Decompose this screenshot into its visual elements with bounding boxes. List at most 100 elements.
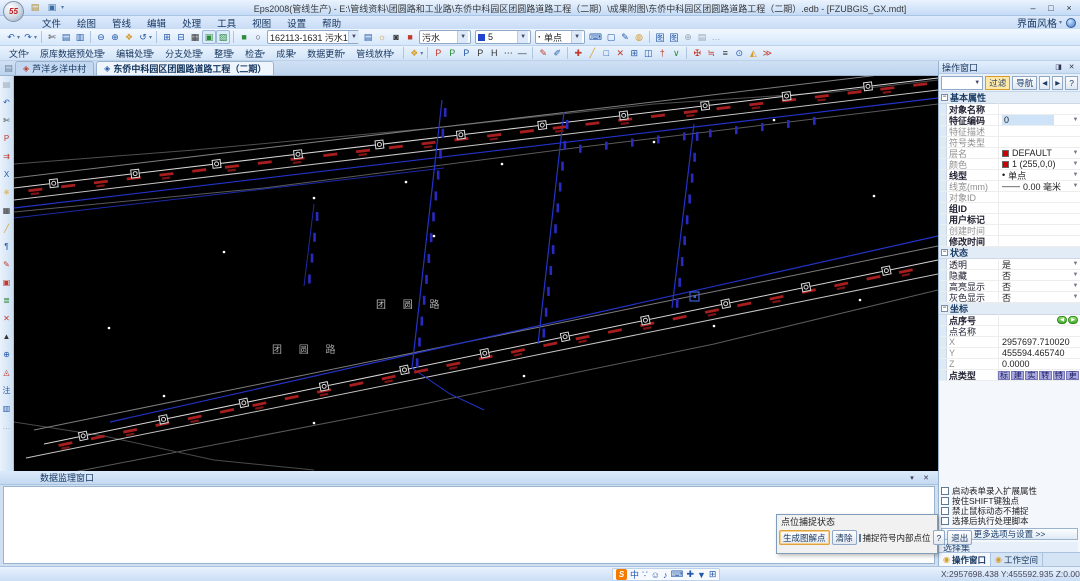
color-chip-icon[interactable]: ■	[403, 30, 417, 44]
emoji-icon[interactable]: ☺	[651, 570, 660, 580]
menu-process[interactable]: 处理	[174, 16, 209, 30]
doc-tab-dongqiao[interactable]: ◈ 东侨中科园区团圆路道路工程（二期）	[96, 61, 275, 75]
map1-icon[interactable]: 图	[653, 30, 667, 44]
tb2-menu-stakeout[interactable]: 管线放样 ▾	[351, 47, 400, 60]
cell-icon[interactable]: ■	[237, 30, 251, 44]
input-method-bar[interactable]: S 中 ∵ ☺ ♪ ⌨ ✚ ▼ ⊞	[612, 568, 721, 581]
map-canvas[interactable]: 团 圆 路 团 圆 路	[14, 76, 938, 471]
edit-red-icon[interactable]: ✎	[536, 46, 550, 60]
collapse-icon[interactable]: −	[941, 249, 948, 256]
pencil-icon[interactable]: ✎	[618, 30, 632, 44]
punctuation-icon[interactable]: ∵	[642, 569, 648, 580]
sogou-input-icon[interactable]: S	[616, 569, 627, 580]
doc-tab-luyang[interactable]: ◈ 芦洋乡洋中村	[15, 61, 95, 75]
left-tool-cut-icon[interactable]: ✄	[0, 114, 13, 127]
prop-value[interactable]: 1 (255,0,0)	[1009, 159, 1071, 169]
checkbox[interactable]	[941, 497, 949, 505]
close-button[interactable]: ×	[1060, 1, 1078, 14]
linewidth-combo[interactable]: 5 ▼	[475, 30, 532, 44]
hand-dropdown-icon[interactable]: ▾	[420, 50, 423, 57]
generate-diagram-point-button[interactable]: 生成图解点	[779, 530, 830, 545]
open-icon[interactable]: ▤	[28, 1, 42, 14]
left-tool-undo-icon[interactable]: ↶	[0, 96, 13, 109]
tab-workspace[interactable]: ◉ 工作空间	[991, 553, 1043, 566]
soft-keyboard-icon[interactable]: ⌨	[670, 569, 683, 580]
interface-style-control[interactable]: 界面风格 ▾	[1017, 16, 1076, 30]
clear-button[interactable]: 清除	[831, 530, 857, 545]
dots-icon[interactable]: ⋯	[501, 46, 515, 60]
prop-value[interactable]: 455594.465740	[999, 348, 1080, 358]
chinese-mode-icon[interactable]: 中	[630, 568, 639, 581]
list-icon[interactable]: ≡	[718, 46, 732, 60]
fastforward-icon[interactable]: ≫	[760, 46, 774, 60]
left-tool-grid-icon[interactable]: ▦	[0, 204, 13, 217]
image-view-2-icon[interactable]: ▨	[216, 30, 231, 44]
layer-combo[interactable]: 污水 ▼	[419, 30, 472, 44]
delete-icon[interactable]: ✕	[613, 46, 627, 60]
chevron-down-icon[interactable]: ▾	[1059, 19, 1062, 26]
object-filter-combo[interactable]: ▼	[941, 75, 984, 90]
tb2-menu-tidy[interactable]: 整理 ▾	[209, 47, 240, 60]
chevron-down-icon[interactable]: ▼	[1071, 283, 1080, 289]
left-tool-pencil-icon[interactable]: ✎	[0, 258, 13, 271]
paste-icon[interactable]: ▥	[73, 30, 87, 44]
animation-icon[interactable]: ▦	[188, 30, 202, 44]
toolbox-icon[interactable]: ✚	[686, 569, 694, 580]
chevron-down-icon[interactable]: ▼	[1071, 294, 1080, 300]
menu-draw[interactable]: 绘图	[69, 16, 104, 30]
chevron-down-icon[interactable]: ▼	[1071, 183, 1080, 189]
chevron-down-icon[interactable]: ▼	[571, 31, 583, 43]
compare-icon[interactable]: ≒	[704, 46, 718, 60]
filter-button[interactable]: 过滤	[985, 75, 1011, 90]
hand-tool-icon[interactable]: ❖	[407, 46, 421, 60]
menu-pipeline[interactable]: 管线	[104, 16, 139, 30]
prop-value[interactable]: 否	[999, 291, 1071, 304]
point-black-icon[interactable]: P	[473, 46, 487, 60]
line-icon[interactable]: —	[515, 46, 529, 60]
app-logo-button[interactable]: 55	[3, 1, 24, 22]
point-type-button[interactable]: 更	[1066, 370, 1080, 380]
exit-button[interactable]: 退出	[947, 530, 973, 545]
redo-icon[interactable]: ↷	[21, 30, 35, 44]
add-point-icon[interactable]: ✚	[571, 46, 585, 60]
slash-icon[interactable]: ╱	[585, 46, 599, 60]
point-type-button[interactable]: 建	[1011, 370, 1025, 380]
left-tool-lines-icon[interactable]: ≣	[0, 294, 13, 307]
stake-icon[interactable]: ✠	[690, 46, 704, 60]
chevron-down-icon[interactable]: ▼	[1071, 272, 1080, 278]
merge-icon[interactable]: ◫	[641, 46, 655, 60]
prop-value[interactable]: 0	[1002, 115, 1054, 125]
triangle-icon[interactable]: ◭	[746, 46, 760, 60]
mic-icon[interactable]: ♪	[663, 570, 668, 580]
collapse-icon[interactable]: −	[941, 305, 948, 312]
chevron-down-icon[interactable]: ▼	[1071, 150, 1080, 156]
tb2-menu-editprocess[interactable]: 编辑处理 ▾	[111, 47, 160, 60]
left-tool-x-icon[interactable]: X	[0, 168, 13, 181]
menu-tools[interactable]: 工具	[209, 16, 244, 30]
circle-icon[interactable]: ○	[251, 30, 265, 44]
chevron-down-icon[interactable]: ▼	[1071, 172, 1080, 178]
chevron-down-icon[interactable]: ▼	[1071, 117, 1080, 123]
operation-panel-header[interactable]: 操作窗口 ◨ ✕	[939, 61, 1080, 74]
prop-value[interactable]: DEFAULT	[1009, 148, 1071, 158]
chevron-down-icon[interactable]: ▼	[1071, 161, 1080, 167]
panel-collapse-icon[interactable]: ▾	[906, 472, 918, 483]
point-type-button[interactable]: 转	[1038, 370, 1052, 380]
left-tool-more-icon[interactable]: …	[0, 420, 13, 433]
minimize-button[interactable]: –	[1024, 1, 1042, 14]
tab-operation-window[interactable]: ◉ 操作窗口	[939, 553, 991, 566]
maximize-button[interactable]: □	[1042, 1, 1060, 14]
window-grid-icon[interactable]: ⊟	[174, 30, 188, 44]
data-monitor-header[interactable]: 数据监理窗口 ▾ ✕	[0, 471, 938, 485]
chevron-down-icon[interactable]: ▼	[347, 31, 359, 43]
skin-icon[interactable]: ▼	[697, 570, 706, 580]
left-tool-mountain-icon[interactable]: ▲	[0, 330, 13, 343]
quick-access-dropdown-icon[interactable]: ▾	[61, 4, 64, 11]
tb2-menu-preprocess[interactable]: 原库数据预处理 ▾	[35, 47, 111, 60]
chevron-down-icon[interactable]: ▼	[457, 31, 469, 43]
menu-edit[interactable]: 编辑	[139, 16, 174, 30]
pan-icon[interactable]: ❖	[122, 30, 136, 44]
collapse-icon[interactable]: −	[941, 94, 948, 101]
snap-inner-checkbox[interactable]	[858, 533, 861, 542]
checkbox[interactable]	[941, 517, 949, 525]
